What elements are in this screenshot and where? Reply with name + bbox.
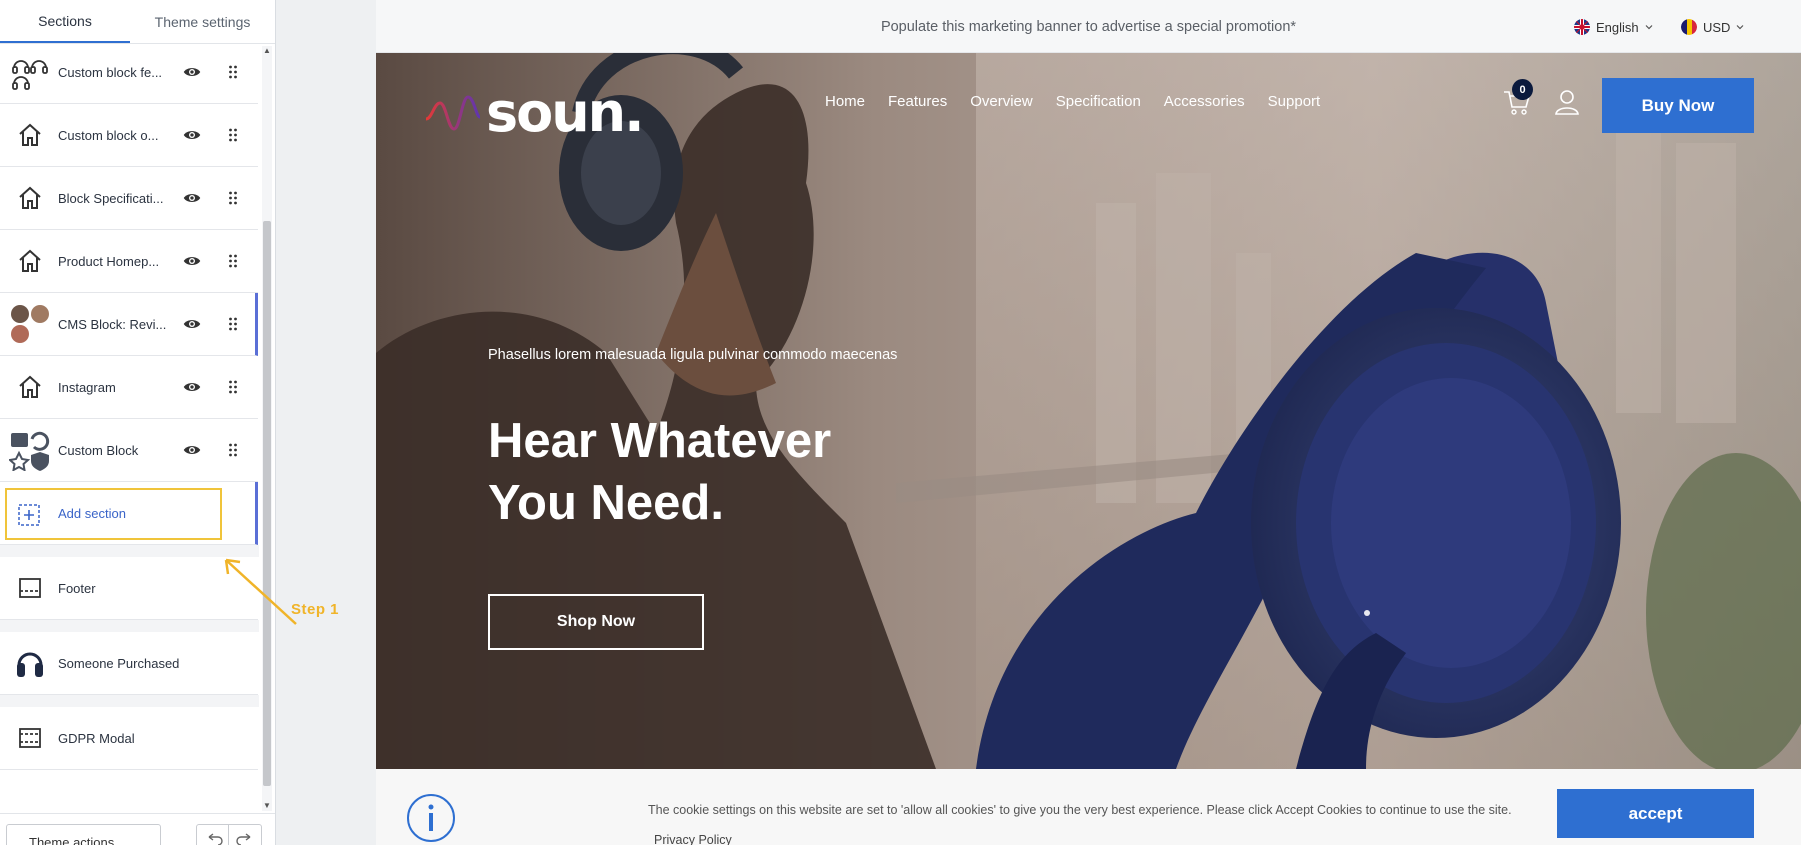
drag-handle-icon[interactable] (228, 316, 238, 332)
home-icon (8, 113, 52, 157)
redo-button[interactable] (229, 824, 262, 845)
section-label: Block Specificati... (58, 190, 164, 206)
currency-flag-icon (1681, 19, 1697, 35)
home-icon (8, 365, 52, 409)
section-row[interactable]: Instagram (0, 356, 258, 419)
section-row[interactable]: Product Homep... (0, 230, 258, 293)
hero-headline-line: You Need. (488, 476, 724, 530)
brand-logo[interactable]: soun. (424, 81, 645, 144)
theme-actions-button[interactable]: Theme actions (6, 824, 161, 845)
eye-icon[interactable] (183, 441, 201, 459)
add-section-button[interactable]: Add section (0, 482, 258, 545)
footer-icon (8, 566, 52, 610)
drag-handle-icon[interactable] (228, 253, 238, 269)
drag-handle-icon[interactable] (228, 64, 238, 80)
eye-icon[interactable] (183, 189, 201, 207)
cookie-message: The cookie settings on this website are … (648, 795, 1528, 845)
annotation-arrow-icon (224, 558, 297, 625)
eye-icon[interactable] (183, 315, 201, 333)
hero-headline-line: Hear Whatever (488, 414, 832, 468)
drag-handle-icon[interactable] (228, 127, 238, 143)
drag-handle-icon[interactable] (228, 442, 238, 458)
tab-theme-settings[interactable]: Theme settings (130, 0, 275, 43)
cart-count-badge: 0 (1512, 79, 1533, 100)
info-icon (407, 794, 455, 842)
step-label: Step 1 (291, 601, 340, 618)
nav-features[interactable]: Features (888, 93, 947, 110)
section-row[interactable]: Block Specificati... (0, 167, 258, 230)
editor-panel: Sections Theme settings Custom block fe.… (0, 0, 276, 845)
wave-logo-icon (425, 94, 481, 131)
drag-handle-icon[interactable] (228, 379, 238, 395)
headphone-icon (8, 641, 52, 685)
redo-icon (236, 833, 251, 845)
modal-icon (8, 716, 52, 760)
eye-icon[interactable] (183, 252, 201, 270)
section-row[interactable]: Custom block o... (0, 104, 258, 167)
cookie-text: The cookie settings on this website are … (648, 803, 1512, 817)
section-label: GDPR Modal (58, 730, 135, 746)
section-row[interactable]: Custom Block (0, 419, 258, 482)
user-icon[interactable] (1554, 89, 1580, 115)
nav-accessories[interactable]: Accessories (1164, 93, 1245, 110)
sections-list: Custom block fe... Custom block o... Blo… (0, 46, 259, 811)
divider (0, 695, 259, 707)
announcement-bar: Populate this marketing banner to advert… (376, 0, 1801, 53)
nav-overview[interactable]: Overview (970, 93, 1033, 110)
avatars-icon (8, 302, 52, 346)
section-row[interactable]: Someone Purchased (0, 632, 258, 695)
section-label: Custom block fe... (58, 64, 163, 80)
section-label: Custom Block (58, 442, 139, 458)
section-row[interactable]: CMS Block: Revi... (0, 293, 258, 356)
nav-specification[interactable]: Specification (1056, 93, 1141, 110)
tab-sections[interactable]: Sections (0, 0, 130, 43)
language-label: English (1596, 19, 1639, 35)
language-selector[interactable]: English (1574, 19, 1653, 35)
currency-label: USD (1703, 19, 1731, 35)
bottom-bar: Theme actions (0, 813, 275, 845)
home-icon (8, 239, 52, 283)
hero-kicker: Phasellus lorem malesuada ligula pulvina… (488, 347, 898, 363)
buy-now-button[interactable]: Buy Now (1602, 78, 1754, 133)
eye-icon[interactable] (183, 378, 201, 396)
section-label: Instagram (58, 379, 116, 395)
scrollbar[interactable]: ▲ ▼ (262, 46, 272, 811)
headphones-icon (8, 50, 52, 94)
home-icon (8, 176, 52, 220)
section-label: Someone Purchased (58, 655, 180, 671)
undo-icon (208, 833, 223, 845)
scroll-thumb[interactable] (263, 221, 271, 786)
panel-tabs: Sections Theme settings (0, 0, 275, 44)
privacy-policy-link[interactable]: Privacy Policy (654, 833, 732, 845)
nav-support[interactable]: Support (1268, 93, 1321, 110)
shop-now-button[interactable]: Shop Now (488, 594, 704, 650)
features-icon (8, 428, 52, 472)
drag-handle-icon[interactable] (228, 190, 238, 206)
add-section-icon (18, 504, 40, 526)
section-label: Footer (58, 580, 96, 596)
section-label: Custom block o... (58, 127, 159, 143)
hero-headline: Hear Whatever You Need. (488, 410, 988, 534)
eye-icon[interactable] (183, 126, 201, 144)
store-preview: Populate this marketing banner to advert… (376, 0, 1801, 845)
section-row[interactable]: Custom block fe... (0, 46, 258, 104)
main-nav: Home Features Overview Specification Acc… (825, 93, 1320, 110)
scroll-up-icon[interactable]: ▲ (263, 46, 271, 56)
logo-text: soun. (486, 81, 645, 144)
accept-cookies-button[interactable]: accept (1557, 789, 1754, 838)
currency-selector[interactable]: USD (1681, 19, 1744, 35)
scroll-down-icon[interactable]: ▼ (263, 801, 271, 811)
section-row[interactable]: GDPR Modal (0, 707, 258, 770)
undo-button[interactable] (196, 824, 229, 845)
uk-flag-icon (1574, 19, 1590, 35)
add-section-label: Add section (58, 506, 126, 521)
chevron-down-icon (1737, 25, 1744, 30)
eye-icon[interactable] (183, 63, 201, 81)
cookie-banner: The cookie settings on this website are … (376, 769, 1801, 845)
nav-home[interactable]: Home (825, 93, 865, 110)
section-label: Product Homep... (58, 253, 160, 269)
section-label: CMS Block: Revi... (58, 316, 167, 332)
hero-banner: soun. Home Features Overview Specificati… (376, 53, 1801, 769)
chevron-down-icon (1645, 25, 1653, 30)
